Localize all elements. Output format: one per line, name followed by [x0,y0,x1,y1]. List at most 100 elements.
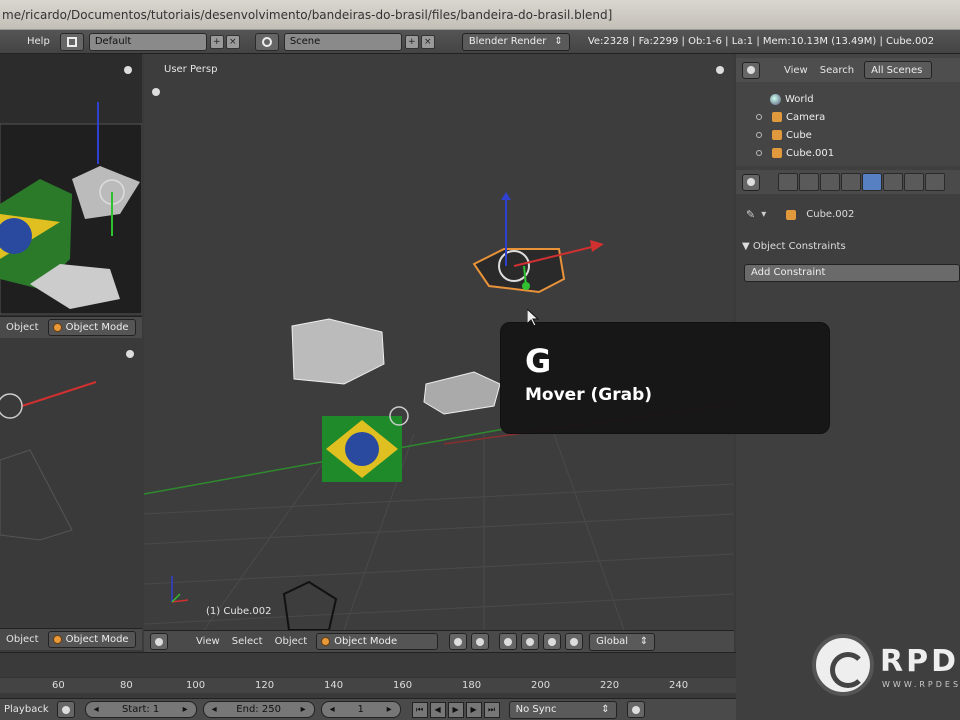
viewport-corner-icon[interactable] [152,88,160,96]
menu-help[interactable]: Help [20,36,57,47]
pivot-point-icon[interactable] [471,633,490,650]
menu-select[interactable]: Select [226,636,269,647]
remove-scene-icon[interactable]: × [420,34,435,49]
jump-end-icon[interactable]: ⏭ [483,701,500,718]
increment-icon[interactable]: ▸ [183,704,188,715]
main-mode-value: Object Mode [334,636,398,647]
transform-orientation-dropdown[interactable]: Global ⇕ [589,632,656,651]
menu-view[interactable]: View [190,636,226,647]
overlay-description: Mover (Grab) [525,385,653,405]
frame-tick: 120 [255,680,275,691]
watermark-url: WWW.RPDES [882,680,960,689]
outliner-item[interactable]: Cube.001 [736,144,960,162]
increment-icon[interactable]: ▸ [387,704,392,715]
timeline-ruler[interactable]: 60 80 100 120 140 160 180 200 220 240 [0,677,736,693]
scene-small-icon: ▾ [761,209,767,220]
left-top-mode-dropdown[interactable]: Object Mode [47,319,136,336]
expand-icon[interactable] [756,132,762,138]
main-mode-dropdown[interactable]: Object Mode [316,633,439,650]
scene-name: Scene [289,35,321,47]
screen-layout-field[interactable]: Default [88,32,207,51]
modifiers-tab-icon[interactable] [883,173,903,191]
left-bottom-mode-dropdown[interactable]: Object Mode [47,631,136,648]
scene-tab-icon[interactable] [799,173,819,191]
scale-manipulator-icon[interactable] [565,633,584,650]
render-tab-icon[interactable] [778,173,798,191]
expand-icon[interactable] [756,114,762,120]
menu-object[interactable]: Object [269,636,314,647]
record-icon[interactable] [626,701,645,718]
material-tab-icon[interactable] [925,173,945,191]
end-frame-field[interactable]: ◂ End: 250 ▸ [202,701,315,718]
remove-layout-icon[interactable]: × [225,34,240,49]
outliner-search-menu[interactable]: Search [814,65,860,76]
left-top-viewport[interactable]: Object Object Mode [0,54,142,338]
frame-tick: 220 [600,680,620,691]
properties-editor-icon[interactable] [742,173,760,191]
jump-start-icon[interactable]: ⏮ [411,701,428,718]
frame-tick: 160 [393,680,413,691]
outliner-item[interactable]: Cube [736,126,960,144]
render-engine-value: Blender Render [468,36,547,47]
dropdown-arrows-icon: ⇕ [639,636,649,647]
decrement-icon[interactable]: ◂ [330,704,335,715]
constraints-tab-icon[interactable] [862,173,882,191]
scene-field[interactable]: Scene [283,32,402,51]
editor-type-icon[interactable] [150,633,168,650]
properties-breadcrumb: ✎ ▾ Cube.002 [746,208,854,221]
view-label: User Persp [164,64,218,75]
add-scene-icon[interactable]: + [404,34,419,49]
end-frame-value: End: 250 [236,704,281,715]
timeline-editor[interactable]: 60 80 100 120 140 160 180 200 220 240 [0,652,736,698]
left-bottom-viewport[interactable]: Object Object Mode [0,340,142,652]
screen-layout-name: Default [94,35,132,47]
scene-icon[interactable] [254,32,279,51]
timeline-header: Playback ◂ Start: 1 ▸ ◂ End: 250 ▸ ◂ 1 ▸… [0,698,736,720]
data-tab-icon[interactable] [904,173,924,191]
rotate-manipulator-icon[interactable] [543,633,562,650]
playback-menu[interactable]: Playback [0,704,55,715]
outliner-view-menu[interactable]: View [778,65,814,76]
manipulator-toggle-icon[interactable] [499,633,518,650]
outliner-item[interactable]: World [736,90,960,108]
left-bottom-mode-label: Object [6,634,39,645]
outliner: View Search All Scenes World Camera Cube… [736,54,960,166]
translate-manipulator-icon[interactable] [521,633,540,650]
pin-icon[interactable]: ✎ [746,208,755,221]
decrement-icon[interactable]: ◂ [94,704,99,715]
panel-title: Object Constraints [752,241,846,252]
increment-icon[interactable]: ▸ [301,704,306,715]
outliner-scope-dropdown[interactable]: All Scenes [864,61,933,79]
overlay-key: G [525,342,552,380]
frame-tick: 240 [669,680,689,691]
viewport-corner-icon[interactable] [126,350,134,358]
add-layout-icon[interactable]: + [209,34,224,49]
object-small-icon [786,209,797,220]
start-frame-field[interactable]: ◂ Start: 1 ▸ [84,701,197,718]
dropdown-arrows-icon: ⇕ [601,704,610,715]
left-top-mode-label: Object [6,322,39,333]
jump-keyframe-back-icon[interactable]: ◀ [429,701,446,718]
jump-keyframe-forward-icon[interactable]: ▶ [465,701,482,718]
viewport-corner-icon[interactable] [716,66,724,74]
decrement-icon[interactable]: ◂ [212,704,217,715]
screen-layout-icon[interactable] [59,32,84,51]
sync-mode-dropdown[interactable]: No Sync ⇕ [508,700,617,719]
viewport-shading-icon[interactable] [449,633,468,650]
object-tab-icon[interactable] [841,173,861,191]
constraints-panel-header[interactable]: ▼ Object Constraints [742,238,960,258]
current-frame-field[interactable]: ◂ 1 ▸ [320,701,401,718]
scene-stats: Ve:2328 | Fa:2299 | Ob:1-6 | La:1 | Mem:… [587,36,935,47]
play-icon[interactable]: ▶ [447,701,464,718]
keying-icon[interactable] [56,701,75,718]
render-engine-dropdown[interactable]: Blender Render ⇕ [461,32,570,51]
object-mode-icon [52,323,62,332]
left-top-viewport-header: Object Object Mode [0,316,142,338]
outliner-editor-icon[interactable] [742,61,760,79]
viewport-corner-icon[interactable] [124,66,132,74]
world-tab-icon[interactable] [820,173,840,191]
outliner-item[interactable]: Camera [736,108,960,126]
properties-tabs [736,170,960,194]
expand-icon[interactable] [756,150,762,156]
add-constraint-button[interactable]: Add Constraint [744,264,960,282]
